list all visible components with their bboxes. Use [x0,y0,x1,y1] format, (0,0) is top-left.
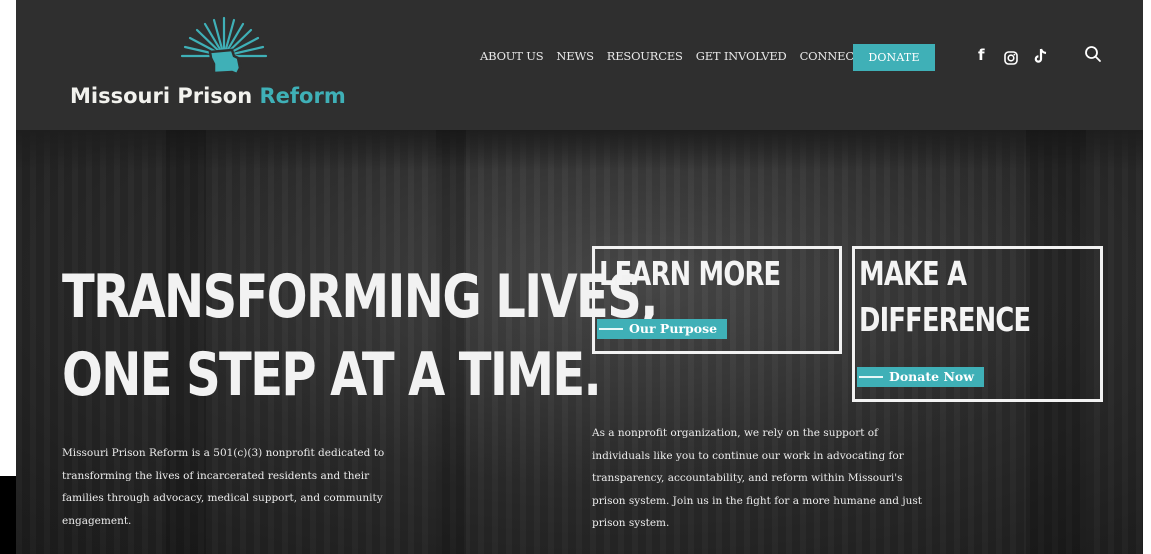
main-nav: ABOUT US NEWS RESOURCES GET INVOLVED CON… [480,49,874,67]
page: Missouri Prison Reform ABOUT US NEWS RES… [16,0,1143,554]
facebook-icon[interactable]: f [978,46,985,64]
edge-block [0,476,16,554]
logo-wordmark: Missouri Prison Reform [70,84,346,108]
headline-line-2: ONE STEP AT A TIME. [62,340,602,410]
our-purpose-label: Our Purpose [629,321,718,336]
make-a-difference-box: MAKE A DIFFERENCE Donate Now [852,246,1103,402]
make-a-difference-title: MAKE A DIFFERENCE [859,251,1031,343]
title-line-1: MAKE A [859,254,967,293]
dash-line-icon [599,328,623,330]
donate-now-label: Donate Now [889,369,974,384]
learn-more-box: LEARN MORE Our Purpose [592,246,842,354]
hero-headline: TRANSFORMING LIVES, ONE STEP AT A TIME. [62,258,658,414]
missouri-sunburst-icon [180,16,268,76]
nav-item-get-involved[interactable]: GET INVOLVED [696,49,787,67]
headline-line-1: TRANSFORMING LIVES, [62,262,658,332]
nav-item-resources[interactable]: RESOURCES [607,49,683,67]
site-header: Missouri Prison Reform ABOUT US NEWS RES… [16,0,1143,130]
site-logo[interactable]: Missouri Prison Reform [56,8,376,118]
donate-button[interactable]: DONATE [853,44,935,71]
right-margin [1143,0,1151,554]
dash-line-icon [859,376,883,378]
search-icon[interactable] [1084,45,1102,67]
logo-text-teal: Reform [259,84,346,108]
tiktok-icon[interactable] [1034,48,1048,68]
our-purpose-button[interactable]: Our Purpose [597,319,728,339]
donate-now-button[interactable]: Donate Now [857,367,984,387]
learn-more-title: LEARN MORE [599,254,781,293]
title-line-2: DIFFERENCE [859,300,1031,339]
hero-section: TRANSFORMING LIVES, ONE STEP AT A TIME. … [16,130,1143,554]
intro-paragraph: Missouri Prison Reform is a 501(c)(3) no… [62,447,385,527]
left-margin [0,0,16,554]
support-paragraph: As a nonprofit organization, we rely on … [592,427,922,529]
nav-item-about-us[interactable]: ABOUT US [480,49,544,67]
logo-text-white: Missouri Prison [70,84,253,108]
nav-item-news[interactable]: NEWS [556,49,594,67]
instagram-icon[interactable] [1004,50,1018,69]
